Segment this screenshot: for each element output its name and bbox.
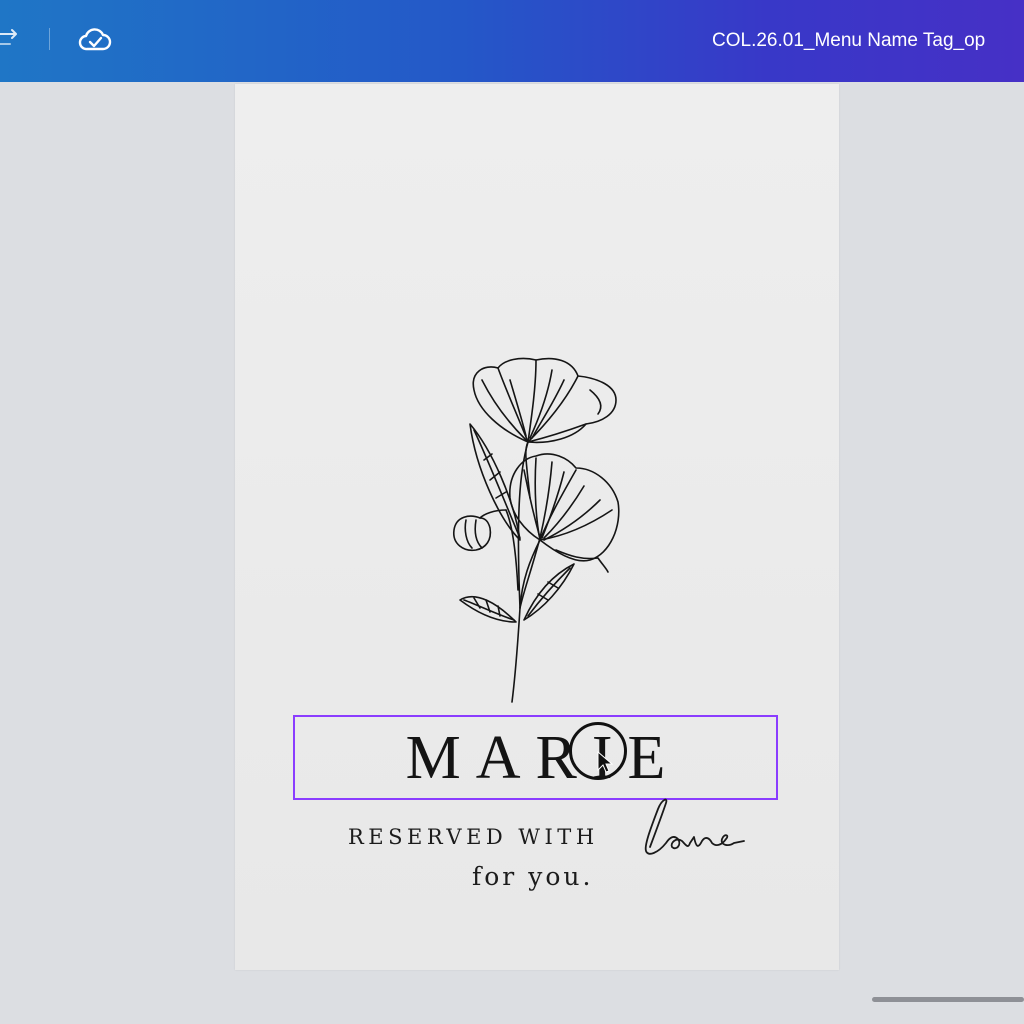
- mouse-pointer-icon: [597, 750, 614, 773]
- document-title[interactable]: COL.26.01_Menu Name Tag_op: [712, 30, 985, 52]
- cloud-saved-icon[interactable]: [78, 25, 112, 53]
- toolbar-divider: [49, 28, 50, 50]
- horizontal-scrollbar[interactable]: [872, 997, 1024, 1002]
- for-you-text[interactable]: for you.: [472, 862, 593, 891]
- poppy-illustration[interactable]: [440, 350, 630, 710]
- redo-icon[interactable]: [0, 28, 22, 50]
- love-script-artwork: [644, 798, 745, 855]
- guest-name-text[interactable]: MARIE: [293, 715, 778, 800]
- top-toolbar: COL.26.01_Menu Name Tag_op: [0, 0, 1024, 82]
- love-script-lettering[interactable]: [636, 795, 746, 865]
- reserved-with-text[interactable]: RESERVED WITH: [348, 825, 599, 849]
